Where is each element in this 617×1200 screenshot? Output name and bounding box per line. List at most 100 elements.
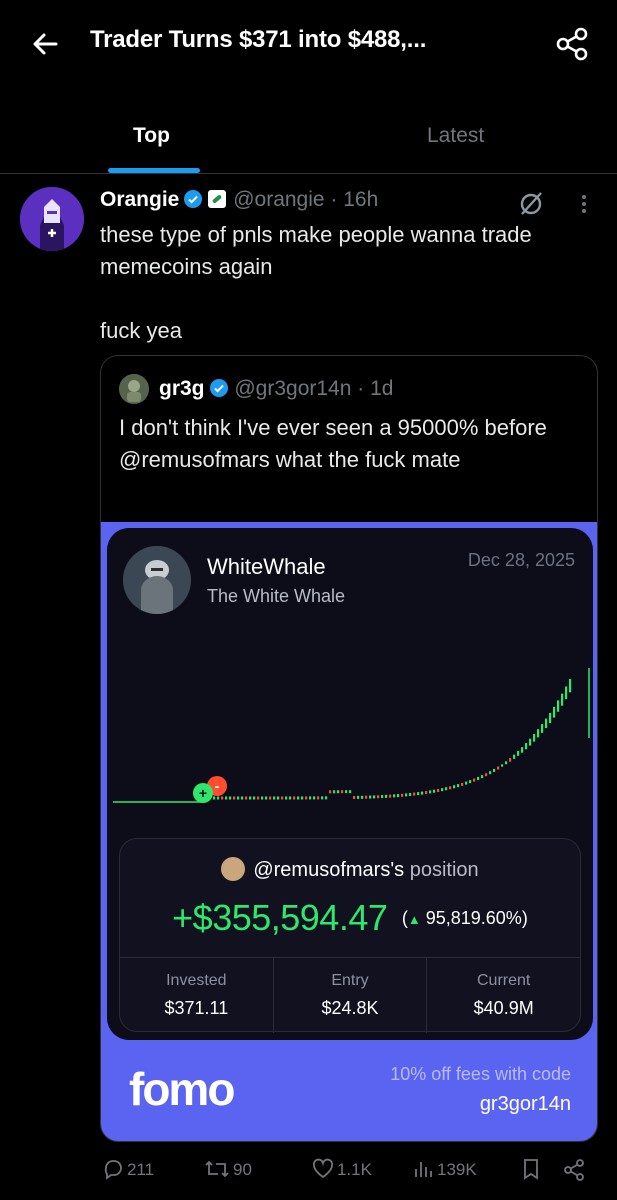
promo-text: 10% off fees with code [390,1064,571,1084]
bookmark-button[interactable] [520,1158,545,1180]
repost-button[interactable]: 90 [204,1158,252,1180]
quoted-time[interactable]: · 1d [357,377,393,400]
reply-button[interactable]: 211 [102,1158,154,1180]
pnl-card-panel: WhiteWhale The White Whale Dec 28, 2025 … [107,528,593,1040]
chart-candle [229,796,232,800]
pnl-row: +$355,594.47 (▲ 95,819.60%) [120,897,580,939]
chart-candle [313,796,316,800]
author-name[interactable]: Orangie [100,188,179,211]
stat-value: $24.8K [321,998,379,1018]
chart-candle [341,790,344,794]
action-bar: 211 90 1.1K 139K [0,1152,617,1192]
repost-count: 90 [233,1160,252,1179]
chart-candle [377,795,380,799]
chart-candle [549,712,552,723]
chart-candle [437,788,440,792]
views-icon [415,1162,432,1177]
post-body: these type of pnls make people wanna tra… [100,222,532,343]
post-header: Orangie @orangie · 16h [100,188,378,212]
pnl-value: +$355,594.47 [172,897,388,938]
chart-candle [289,796,292,800]
top-bar: Trader Turns $371 into $488,... [0,0,617,88]
chart-candle [505,761,508,765]
avatar[interactable] [20,187,84,251]
chart-candle [417,792,420,796]
chart-candle [233,796,236,800]
chart-candle [285,796,288,800]
chart-candle [429,790,432,794]
bookmark-icon [524,1159,538,1180]
chart-candle [261,796,264,800]
chart-candle [385,794,388,798]
price-chart: -+ [113,668,590,803]
pnl-card-image[interactable]: WhiteWhale The White Whale Dec 28, 2025 … [101,522,597,1141]
chart-candle [497,766,500,770]
chart-candle [501,764,504,767]
quoted-author-name[interactable]: gr3g [159,377,205,400]
author-handle[interactable]: @orangie [233,188,324,211]
chart-candle [477,776,480,780]
back-arrow-icon[interactable] [26,24,66,64]
post-time[interactable]: · 16h [330,188,378,211]
chart-candle [405,793,408,797]
chart-candle [373,795,376,799]
share-icon[interactable] [552,24,592,64]
stat-label: Current [477,972,531,989]
buy-marker-label: + [199,785,207,801]
chart-candle [265,796,268,800]
page-title: Trader Turns $371 into $488,... [90,26,427,53]
chart-candle [457,784,460,788]
chart-candle [325,796,328,800]
chart-candle [293,796,296,800]
chart-candle [553,706,556,718]
chart-candle [569,678,572,693]
user-mini-avatar [221,857,246,881]
views-button[interactable]: 139K [412,1158,477,1180]
chart-candle [425,791,428,795]
card-date: Dec 28, 2025 [467,550,575,570]
position-header: @remusofmars's position [120,857,580,882]
chart-candle [273,796,276,800]
chart-candle [537,729,540,738]
more-options-icon[interactable] [572,189,596,219]
reply-icon [104,1160,122,1180]
chart-candle [461,782,464,786]
token-name: WhiteWhale [207,554,326,579]
pnl-percent: 95,819.60% [425,908,522,928]
repost-icon [205,1160,229,1178]
chart-candle [441,788,444,792]
quoted-post[interactable]: gr3g @gr3gor14n · 1d I don't think I've … [100,355,598,1142]
chart-candle [389,794,392,798]
chart-candle [393,794,396,798]
sell-marker-label: - [215,778,220,794]
chart-candle [509,758,512,762]
reply-count: 211 [127,1160,155,1179]
quoted-avatar[interactable] [119,374,149,404]
share-post-button[interactable] [562,1158,589,1182]
chart-candle [297,796,300,800]
chart-candle [409,793,412,797]
chart-candle [449,786,452,790]
chart-candle [309,796,312,800]
chart-candle [213,796,216,800]
chart-candle [481,775,484,779]
quoted-header: gr3g @gr3gor14n · 1d [159,377,393,401]
tab-latest[interactable]: Latest [427,124,484,148]
chart-candle [473,778,476,782]
chart-candle [281,796,284,800]
verified-badge-icon [183,189,203,209]
chart-candle [545,718,548,729]
position-box: @remusofmars's position +$355,594.47 (▲ … [119,838,581,1033]
affiliate-badge-icon [207,189,227,209]
grok-icon[interactable] [516,189,546,219]
position-user: @remusofmars's [253,859,405,881]
chart-candle [445,787,448,791]
chart-candle [521,747,524,753]
chart-candle [249,796,252,800]
like-button[interactable]: 1.1K [312,1158,372,1180]
chart-candle [269,796,272,800]
tab-top[interactable]: Top [133,124,170,148]
quoted-handle[interactable]: @gr3gor14n [234,377,351,400]
chart-candle [465,781,468,785]
chart-candle [453,785,456,789]
